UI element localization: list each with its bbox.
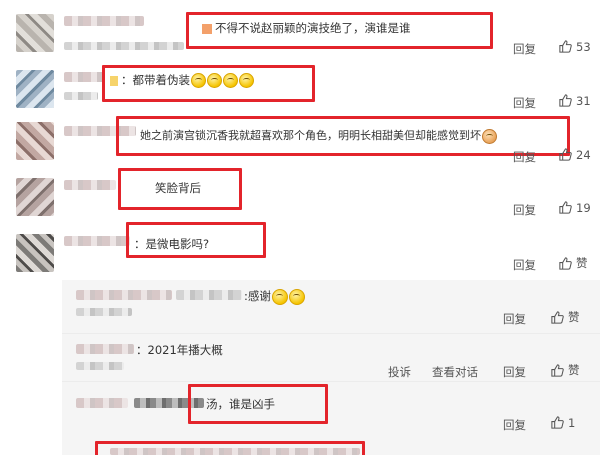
blurred-text [64,42,184,50]
like-button[interactable]: 53 [558,39,591,54]
like-count: 赞 [576,256,588,270]
reply-button[interactable]: 回复 [513,257,536,273]
thumbs-up-icon [551,310,564,324]
blurred-text [76,362,124,370]
username-blurred [64,72,104,82]
avatar[interactable] [16,14,54,52]
blurred-text [76,308,132,316]
thumbs-up-icon [559,148,572,161]
reply-text: ：2021年播大概 [136,343,223,357]
reply-button[interactable]: 回复 [513,202,536,218]
comment-item: ：都带着伪装 回复 31 [0,60,600,112]
avatar[interactable] [16,234,54,272]
like-button[interactable]: 赞 [550,362,580,378]
smile-emoji-icon [271,288,288,305]
comment-item: ：是微电影吗? 回复 赞 [0,222,600,280]
highlight-box [102,65,315,102]
thumbs-up-icon [559,256,572,270]
highlight-box [126,222,266,258]
blurred-text [64,92,98,100]
avatar[interactable] [16,70,54,108]
like-count: 1 [568,415,576,430]
username-blurred [76,344,134,354]
like-count: 赞 [568,310,580,324]
like-button[interactable]: 赞 [550,309,580,325]
username-blurred [64,180,116,190]
reply-item: 汤，谁是凶手 回复 1 [0,382,600,436]
like-count: 赞 [568,363,580,377]
highlight-box [186,12,493,49]
thumbs-up-icon [551,363,564,377]
username-blurred [76,398,128,408]
like-count: 31 [576,93,591,108]
reply-item: :感谢 回复 赞 [0,280,600,332]
highlight-box [118,168,242,210]
thumbs-up-icon [559,94,572,107]
like-count: 53 [576,39,591,54]
reply-button[interactable]: 回复 [513,149,536,165]
like-button[interactable]: 31 [558,93,591,108]
view-thread-button[interactable]: 查看对话 [432,364,478,380]
like-button[interactable]: 赞 [558,255,588,271]
smile-emoji-icon [288,288,305,305]
thumbs-up-icon [559,201,572,214]
reply-button[interactable]: 回复 [503,417,526,433]
like-count: 19 [576,200,591,215]
like-button[interactable]: 19 [558,200,591,215]
comment-item: 不得不说赵丽颖的演技绝了，演谁是谁 回复 53 [0,0,600,60]
username-blurred [76,290,172,300]
report-button[interactable]: 投诉 [388,364,411,380]
reply-button[interactable]: 回复 [503,364,526,380]
comment-item: 她之前演宫锁沉香我就超喜欢那个角色，明明长相甜美但却能感觉到坏 回复 24 [0,112,600,168]
username-blurred [64,16,144,26]
comment-item: 笑脸背后 回复 19 [0,168,600,222]
username-blurred [176,290,242,300]
reply-text: :感谢 [244,288,305,305]
like-button[interactable]: 24 [558,147,591,162]
highlight-box [188,384,328,424]
username-blurred [64,236,130,246]
reply-button[interactable]: 回复 [513,41,536,57]
like-button[interactable]: 1 [550,415,575,430]
avatar[interactable] [16,122,54,160]
like-count: 24 [576,147,591,162]
highlight-box [116,116,570,156]
reply-button[interactable]: 回复 [503,311,526,327]
thumbs-up-icon [551,416,564,429]
highlight-box [95,441,365,455]
reply-button[interactable]: 回复 [513,95,536,111]
reply-item: ：2021年播大概 投诉 查看对话 回复 赞 [0,334,600,380]
avatar[interactable] [16,178,54,216]
thumbs-up-icon [559,40,572,53]
